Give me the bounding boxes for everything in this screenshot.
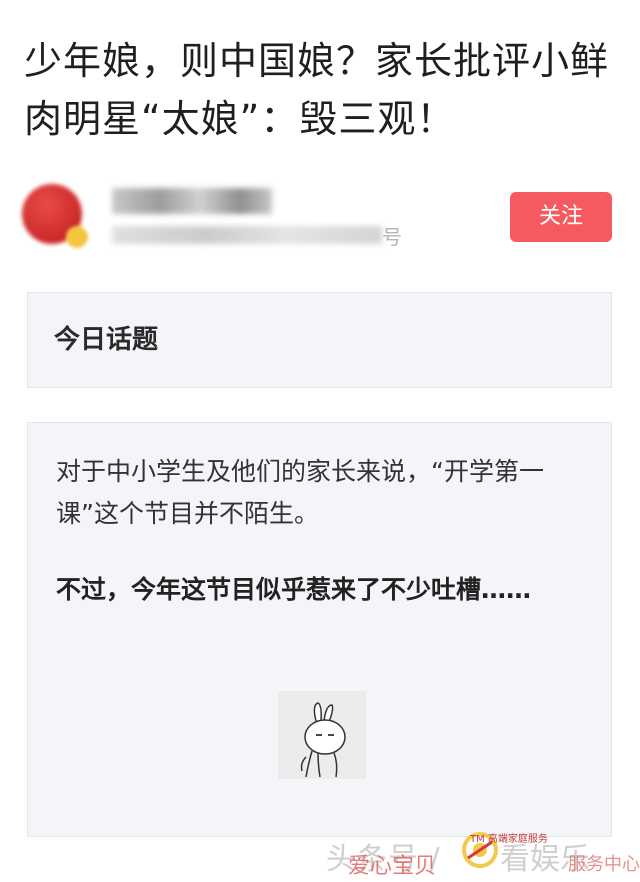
rabbit-sticker-icon (278, 691, 366, 779)
author-meta-suffix: 号 (382, 225, 402, 249)
follow-button[interactable]: 关注 (510, 192, 612, 242)
author-row: 号 关注 (20, 178, 620, 258)
content-paragraph-2: 不过，今年这节目似乎惹来了不少吐槽…… (56, 575, 532, 604)
watermark: 头条号 / TM 高端家庭服务 看娱乐 爱心宝贝 服务中心 (318, 830, 640, 882)
author-meta-blurred (112, 226, 382, 244)
article-title: 少年娘，则中国娘？家长批评小鲜肉明星“太娘”：毁三观！ (24, 39, 610, 141)
content-paragraph-1: 对于中小学生及他们的家长来说，“开学第一课”这个节目并不陌生。 (56, 457, 544, 528)
topic-label: 今日话题 (54, 325, 159, 355)
watermark-overlay-red: 爱心宝贝 (348, 854, 437, 879)
watermark-overlay-red-right: 服务中心 (568, 854, 640, 875)
verified-badge-icon (66, 226, 88, 248)
content-card: 对于中小学生及他们的家长来说，“开学第一课”这个节目并不陌生。 不过，今年这节目… (27, 422, 612, 837)
topic-card: 今日话题 (27, 292, 612, 388)
author-name-blurred[interactable] (112, 188, 272, 214)
